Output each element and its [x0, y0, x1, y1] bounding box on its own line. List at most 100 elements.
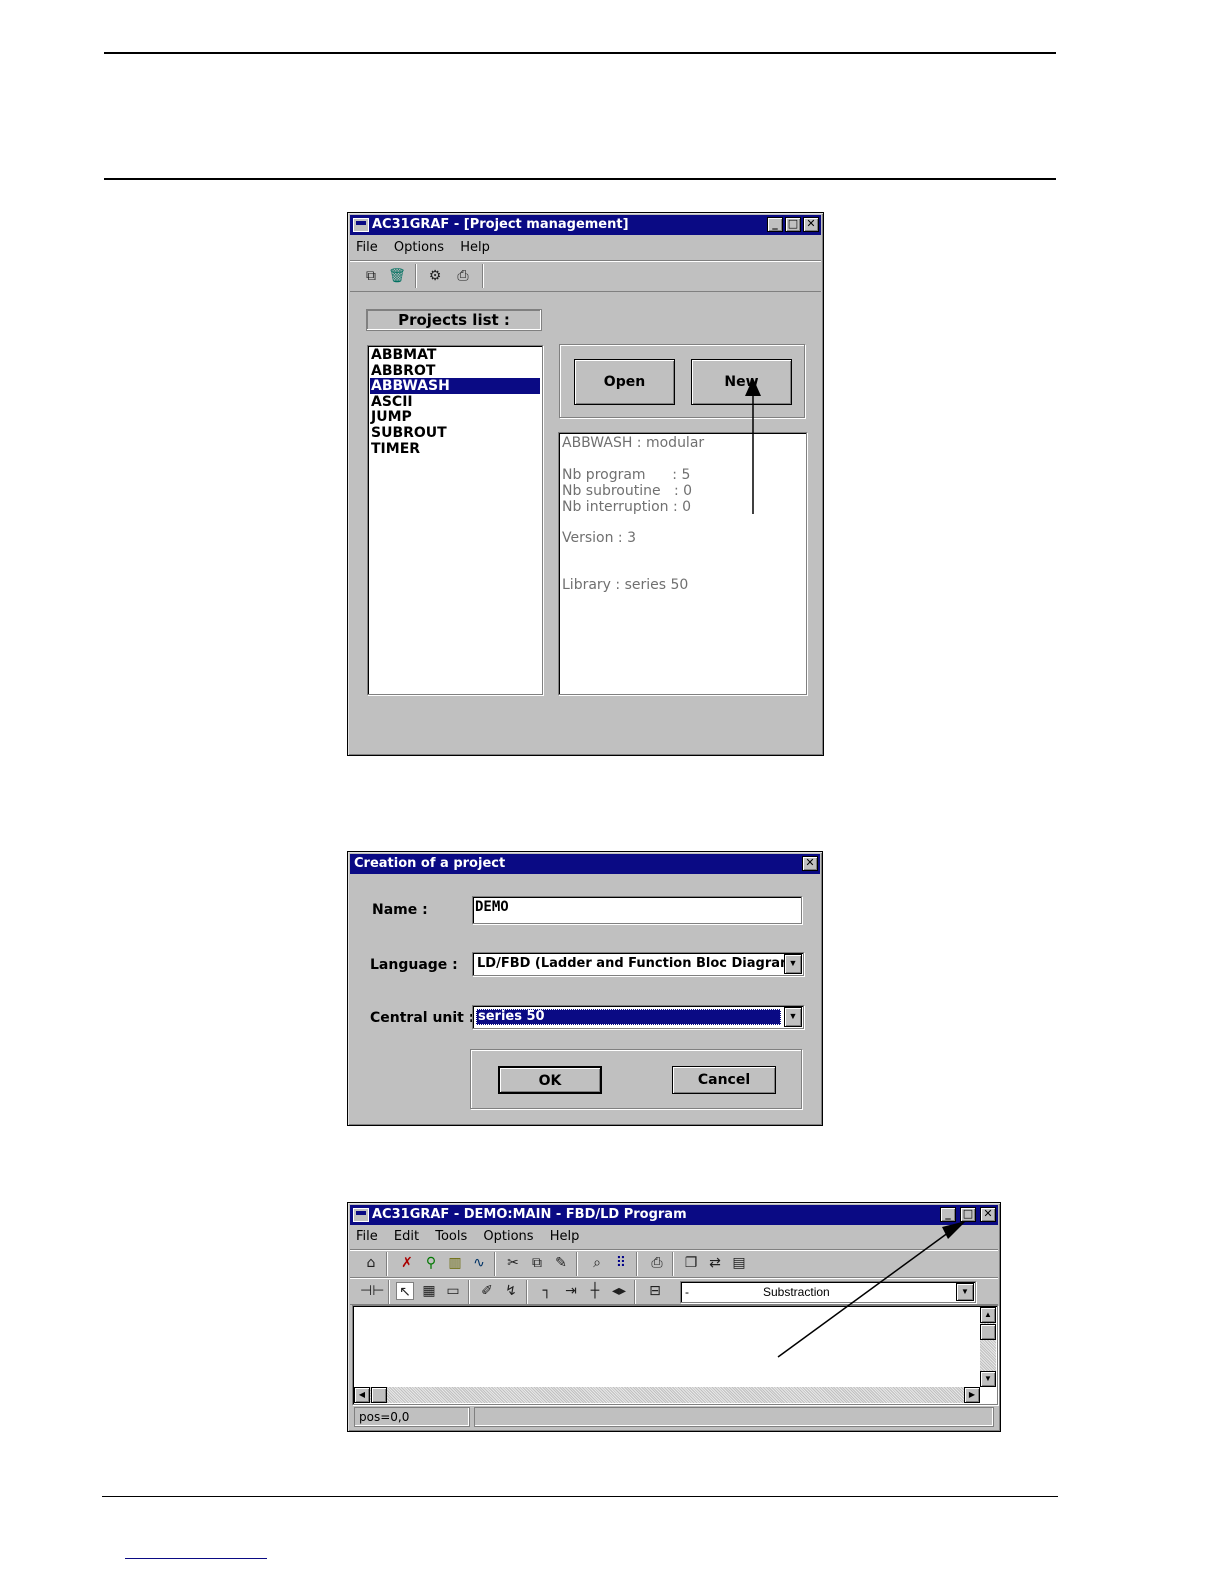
open-button[interactable]: Open [574, 359, 675, 405]
list-item-selected[interactable]: ABBWASH [370, 378, 540, 394]
menu-options[interactable]: Options [483, 1229, 533, 1244]
menu-edit[interactable]: Edit [394, 1229, 419, 1244]
close-button[interactable]: ✕ [980, 1207, 996, 1222]
pointer-icon[interactable]: ↖ [396, 1282, 414, 1300]
copy-icon[interactable]: ⧉ [528, 1254, 546, 1272]
branch-icon[interactable]: ┼ [586, 1282, 604, 1300]
scroll-thumb[interactable] [980, 1324, 996, 1340]
scroll-right-button[interactable]: ▶ [964, 1387, 980, 1403]
ok-button[interactable]: OK [498, 1066, 602, 1094]
central-unit-select[interactable]: series 50 ▼ [472, 1005, 804, 1029]
info-library: Library : series 50 [562, 577, 689, 593]
project-window-titlebar: AC31GRAF - [Project management] _ □ ✕ [350, 215, 821, 235]
compile-icon[interactable]: ⚙ [426, 267, 444, 285]
close-button[interactable]: ✕ [803, 217, 819, 232]
minimize-button[interactable]: _ [767, 217, 783, 232]
central-unit-label: Central unit : [370, 1010, 475, 1026]
toolbar-separator [672, 1252, 674, 1276]
print-icon[interactable]: ⎙ [454, 267, 472, 285]
cut-program-icon[interactable]: ✗ [398, 1254, 416, 1272]
footer-link-underline [125, 1558, 267, 1559]
corner-icon[interactable]: ┐ [538, 1282, 556, 1300]
trash-icon[interactable]: 🗑 [388, 267, 406, 285]
toolbar-separator [388, 1280, 390, 1304]
toolbar-separator [634, 1280, 636, 1304]
horizontal-scrollbar[interactable]: ◀ ▶ [354, 1387, 980, 1403]
search-icon[interactable]: ⌕ [588, 1254, 606, 1272]
link-icon[interactable]: ⚲ [422, 1254, 440, 1272]
name-label: Name : [372, 902, 428, 918]
creation-dialog-titlebar: Creation of a project ✕ [350, 854, 820, 874]
toolbar-separator [526, 1280, 528, 1304]
info-nb-interruption: Nb interruption : 0 [562, 499, 692, 515]
projects-listbox[interactable]: ABBMAT ABBROT ABBWASH ASCII JUMP SUBROUT… [367, 345, 543, 695]
menu-options[interactable]: Options [394, 240, 444, 255]
list-item[interactable]: JUMP [370, 409, 540, 425]
menu-help[interactable]: Help [460, 240, 490, 255]
scroll-left-button[interactable]: ◀ [354, 1387, 370, 1403]
info-nb-program: Nb program : 5 [562, 467, 691, 483]
toolbar-separator [468, 1280, 470, 1304]
scroll-up-button[interactable]: ▲ [980, 1307, 996, 1323]
info-version: Version : 3 [562, 530, 637, 546]
coil-icon[interactable]: ◂▸ [610, 1282, 628, 1300]
scissors-icon[interactable]: ✂ [504, 1254, 522, 1272]
grid-icon[interactable]: ⠿ [612, 1254, 630, 1272]
copy-icon[interactable]: ⧉ [362, 267, 380, 285]
print-icon[interactable]: ⎙ [648, 1254, 666, 1272]
scroll-down-button[interactable]: ▼ [980, 1371, 996, 1387]
jump-icon[interactable]: ↯ [502, 1282, 520, 1300]
creation-dialog-title: Creation of a project [354, 856, 506, 871]
toolbar-separator [386, 1252, 388, 1276]
list-item[interactable]: SUBROUT [370, 425, 540, 441]
list-item[interactable]: ABBMAT [370, 347, 540, 363]
chevron-down-icon[interactable]: ▼ [784, 954, 802, 974]
paste-icon[interactable]: ✎ [552, 1254, 570, 1272]
contact-icon[interactable]: ⊣⊢ [360, 1282, 384, 1300]
block-icon[interactable]: ▦ [420, 1282, 438, 1300]
chevron-down-icon[interactable]: ▼ [784, 1007, 802, 1027]
menu-help[interactable]: Help [550, 1229, 580, 1244]
app-icon [353, 218, 369, 232]
menu-file[interactable]: File [356, 240, 378, 255]
toolbar-separator [636, 1252, 638, 1276]
creation-dialog: Creation of a project ✕ Name : DEMO Lang… [347, 851, 823, 1126]
windows-icon[interactable]: ❐ [682, 1254, 700, 1272]
project-menubar: File Options Help [350, 237, 821, 259]
menu-file[interactable]: File [356, 1229, 378, 1244]
header-rule-bottom [104, 178, 1056, 180]
project-window-title: AC31GRAF - [Project management] [372, 217, 629, 232]
toolbar-separator [415, 264, 417, 288]
replace-icon[interactable]: ⇄ [706, 1254, 724, 1272]
variable-box-icon[interactable]: ▭ [444, 1282, 462, 1300]
scroll-thumb[interactable] [371, 1387, 387, 1403]
comment-icon[interactable]: ✐ [478, 1282, 496, 1300]
cancel-button[interactable]: Cancel [672, 1066, 776, 1094]
toolbar-separator [576, 1252, 578, 1276]
program-window-title: AC31GRAF - DEMO:MAIN - FBD/LD Program [372, 1207, 687, 1222]
vertical-scrollbar[interactable]: ▲ ▼ [980, 1307, 996, 1387]
header-rule-top [104, 52, 1056, 54]
layout-icon[interactable]: ▤ [730, 1254, 748, 1272]
library-icon[interactable]: ▥ [446, 1254, 464, 1272]
open-icon[interactable]: ⌂ [362, 1254, 380, 1272]
annotation-arrow-maximize [777, 1221, 966, 1358]
function-icon[interactable]: ⊟ [646, 1282, 664, 1300]
maximize-button[interactable]: □ [785, 217, 801, 232]
list-item[interactable]: ASCII [370, 394, 540, 410]
menu-tools[interactable]: Tools [435, 1229, 467, 1244]
info-header: ABBWASH : modular [562, 435, 705, 451]
variables-icon[interactable]: ∿ [470, 1254, 488, 1272]
annotation-arrow-new [745, 378, 761, 514]
project-toolbar: ⧉ 🗑 ⚙ ⎙ [350, 260, 821, 292]
close-button[interactable]: ✕ [802, 856, 818, 871]
list-item[interactable]: TIMER [370, 441, 540, 457]
list-item[interactable]: ABBROT [370, 363, 540, 379]
app-icon [353, 1208, 369, 1222]
status-message [474, 1407, 994, 1427]
name-input[interactable]: DEMO [472, 896, 802, 924]
connect-icon[interactable]: ⇥ [562, 1282, 580, 1300]
projects-list-label: Projects list : [366, 309, 542, 331]
language-select[interactable]: LD/FBD (Ladder and Function Bloc Diagram… [472, 952, 804, 976]
footer-rule [102, 1496, 1058, 1497]
